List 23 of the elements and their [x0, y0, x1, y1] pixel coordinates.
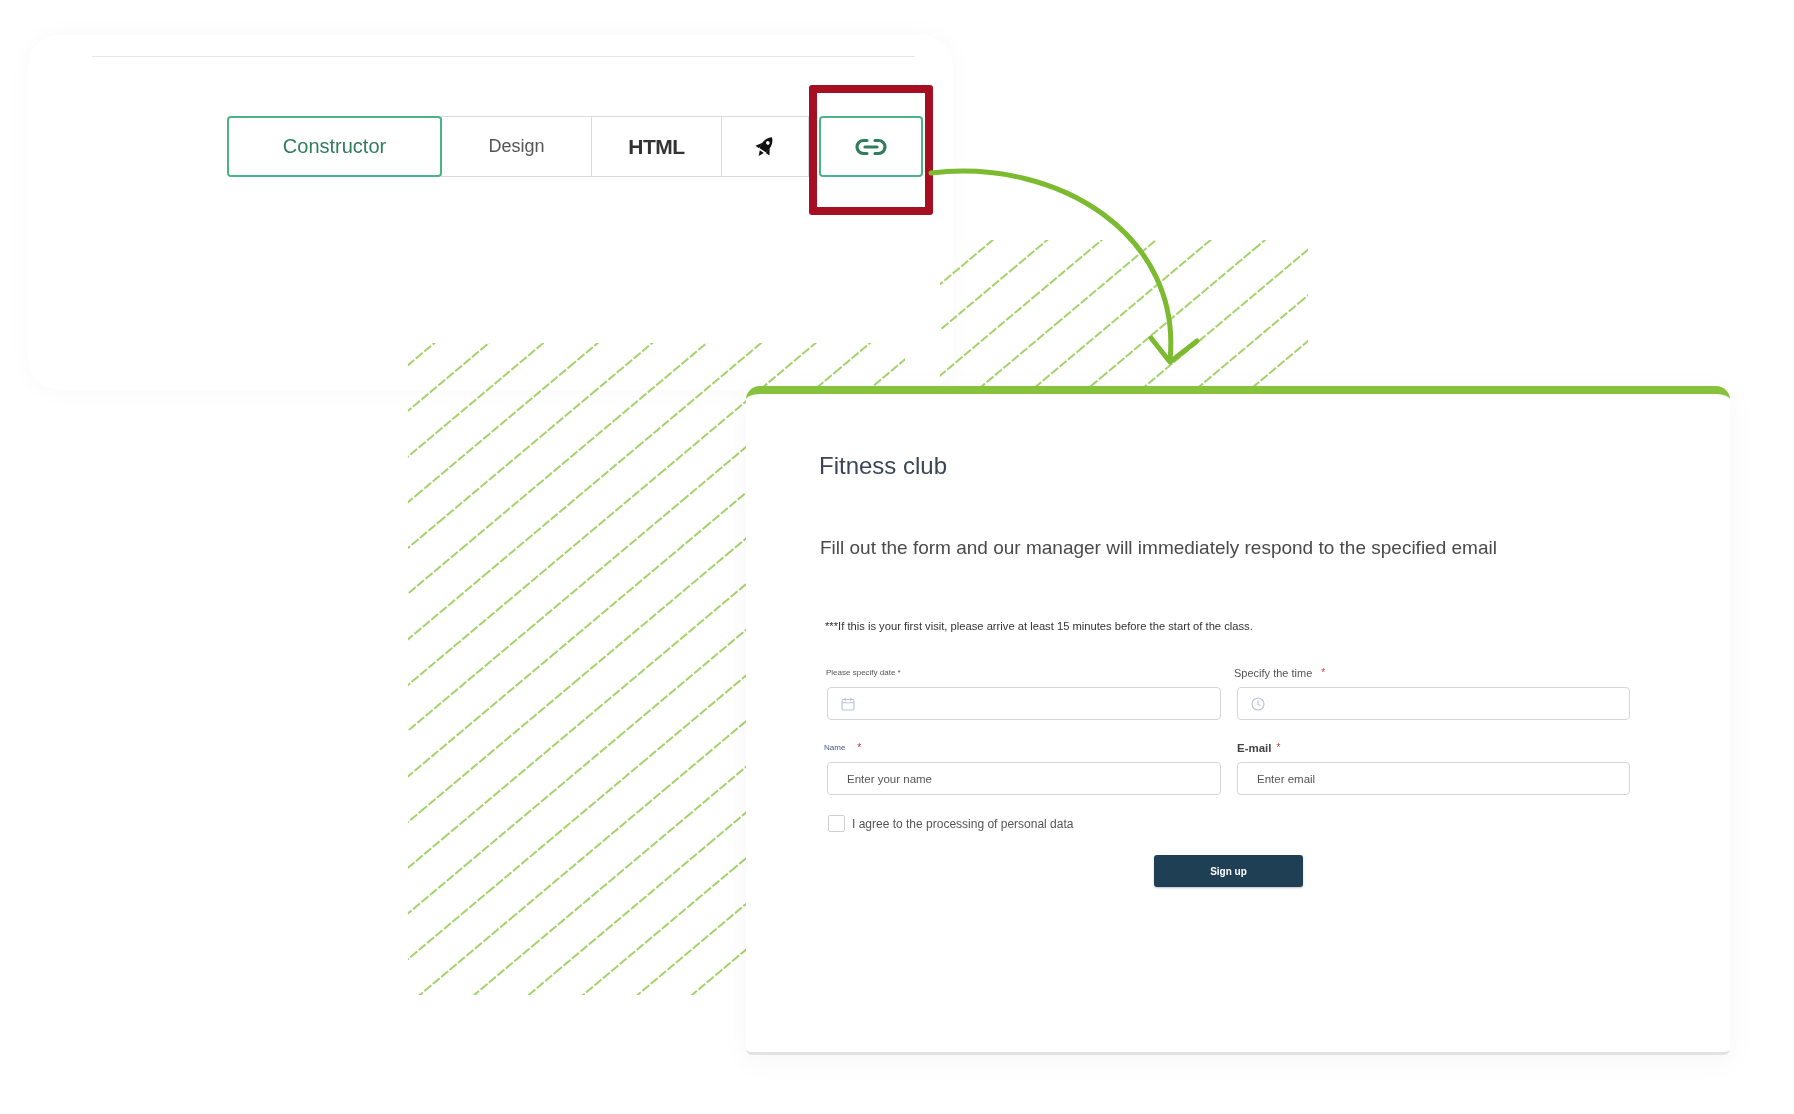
tab[interactable]: Design	[440, 116, 593, 177]
email-field[interactable]: Enter email	[1237, 762, 1630, 795]
tab[interactable]: Constructor	[227, 116, 442, 177]
field-label: E-mail	[1237, 741, 1272, 754]
form-subtitle: Fill out the form and our manager will immediately respond to the specified email	[820, 536, 1498, 560]
checkbox[interactable]	[828, 815, 845, 832]
field-label: Please specify date *	[826, 668, 901, 677]
required-mark: *	[857, 742, 862, 753]
field-label: Name	[824, 743, 846, 752]
tab[interactable]: HTML	[591, 116, 722, 177]
field-label: Specify the time	[1234, 666, 1313, 679]
consent-label: I agree to the processing of personal data	[852, 816, 1074, 831]
sign-up-button[interactable]: Sign up	[1154, 855, 1303, 887]
visit-note: ***If this is your first visit, please arrive at least 15 minutes before the start of the class.	[825, 619, 1254, 633]
calendar-icon	[841, 696, 855, 711]
required-mark: *	[1321, 667, 1326, 678]
clock-icon	[1251, 696, 1265, 711]
date-field[interactable]	[827, 687, 1221, 720]
time-field[interactable]	[1237, 687, 1630, 720]
text-field[interactable]: Enter your name	[827, 762, 1221, 795]
required-mark: *	[1276, 742, 1281, 753]
link-icon	[854, 137, 887, 156]
form-title: Fitness club	[819, 452, 949, 480]
